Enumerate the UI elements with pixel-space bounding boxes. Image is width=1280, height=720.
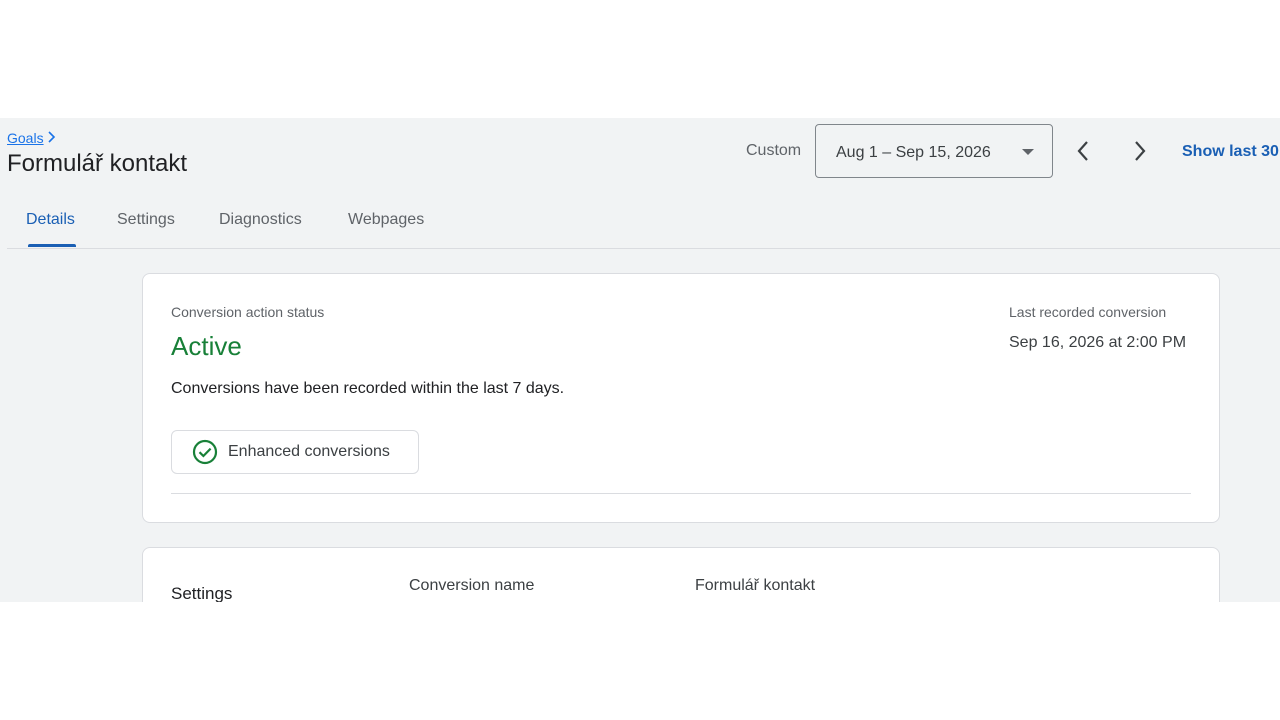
next-period-button[interactable] <box>1125 136 1155 166</box>
setting-name: Conversion name <box>409 577 535 594</box>
date-range-select[interactable]: Aug 1 – Sep 15, 2026 <box>815 124 1053 178</box>
conversion-status-card: Conversion action status Active Conversi… <box>142 273 1220 523</box>
enhanced-conversions-label: Enhanced conversions <box>228 443 390 460</box>
check-circle-icon <box>192 439 218 465</box>
chevron-right-icon <box>1135 141 1146 161</box>
status-description: Conversions have been recorded within th… <box>171 380 565 397</box>
breadcrumb-goals-link[interactable]: Goals <box>7 130 44 146</box>
last-recorded-value: Sep 16, 2026 at 2:00 PM <box>1009 334 1187 351</box>
enhanced-conversions-chip[interactable]: Enhanced conversions <box>171 430 419 474</box>
settings-heading: Settings <box>171 584 233 602</box>
show-last-button[interactable]: Show last 30 <box>1182 143 1279 161</box>
tab-details[interactable]: Details <box>26 211 75 229</box>
chevron-left-icon <box>1077 141 1088 161</box>
status-label: Conversion action status <box>171 304 325 320</box>
tab-settings[interactable]: Settings <box>117 211 175 229</box>
chevron-right-icon <box>47 130 56 146</box>
tab-bar: Details Settings Diagnostics Webpages <box>7 198 1280 249</box>
app-window: Goals Formulář kontakt Custom Aug 1 – Se… <box>0 118 1280 602</box>
card-divider <box>171 493 1191 494</box>
breadcrumb: Goals <box>7 130 56 146</box>
last-recorded-label: Last recorded conversion <box>1009 304 1167 320</box>
previous-period-button[interactable] <box>1068 136 1098 166</box>
date-range-value: Aug 1 – Sep 15, 2026 <box>836 144 991 161</box>
bottom-margin <box>0 602 1280 720</box>
caret-down-icon <box>1022 149 1034 155</box>
page-title: Formulář kontakt <box>7 150 188 177</box>
tab-webpages[interactable]: Webpages <box>348 211 424 229</box>
tab-diagnostics[interactable]: Diagnostics <box>219 211 302 229</box>
active-tab-indicator <box>28 244 76 247</box>
setting-value: Formulář kontakt <box>695 577 816 594</box>
date-range-label: Custom <box>746 142 802 159</box>
top-margin <box>0 0 1280 118</box>
status-value: Active <box>171 331 242 361</box>
settings-card: Settings Conversion name Formulář kontak… <box>142 547 1220 602</box>
